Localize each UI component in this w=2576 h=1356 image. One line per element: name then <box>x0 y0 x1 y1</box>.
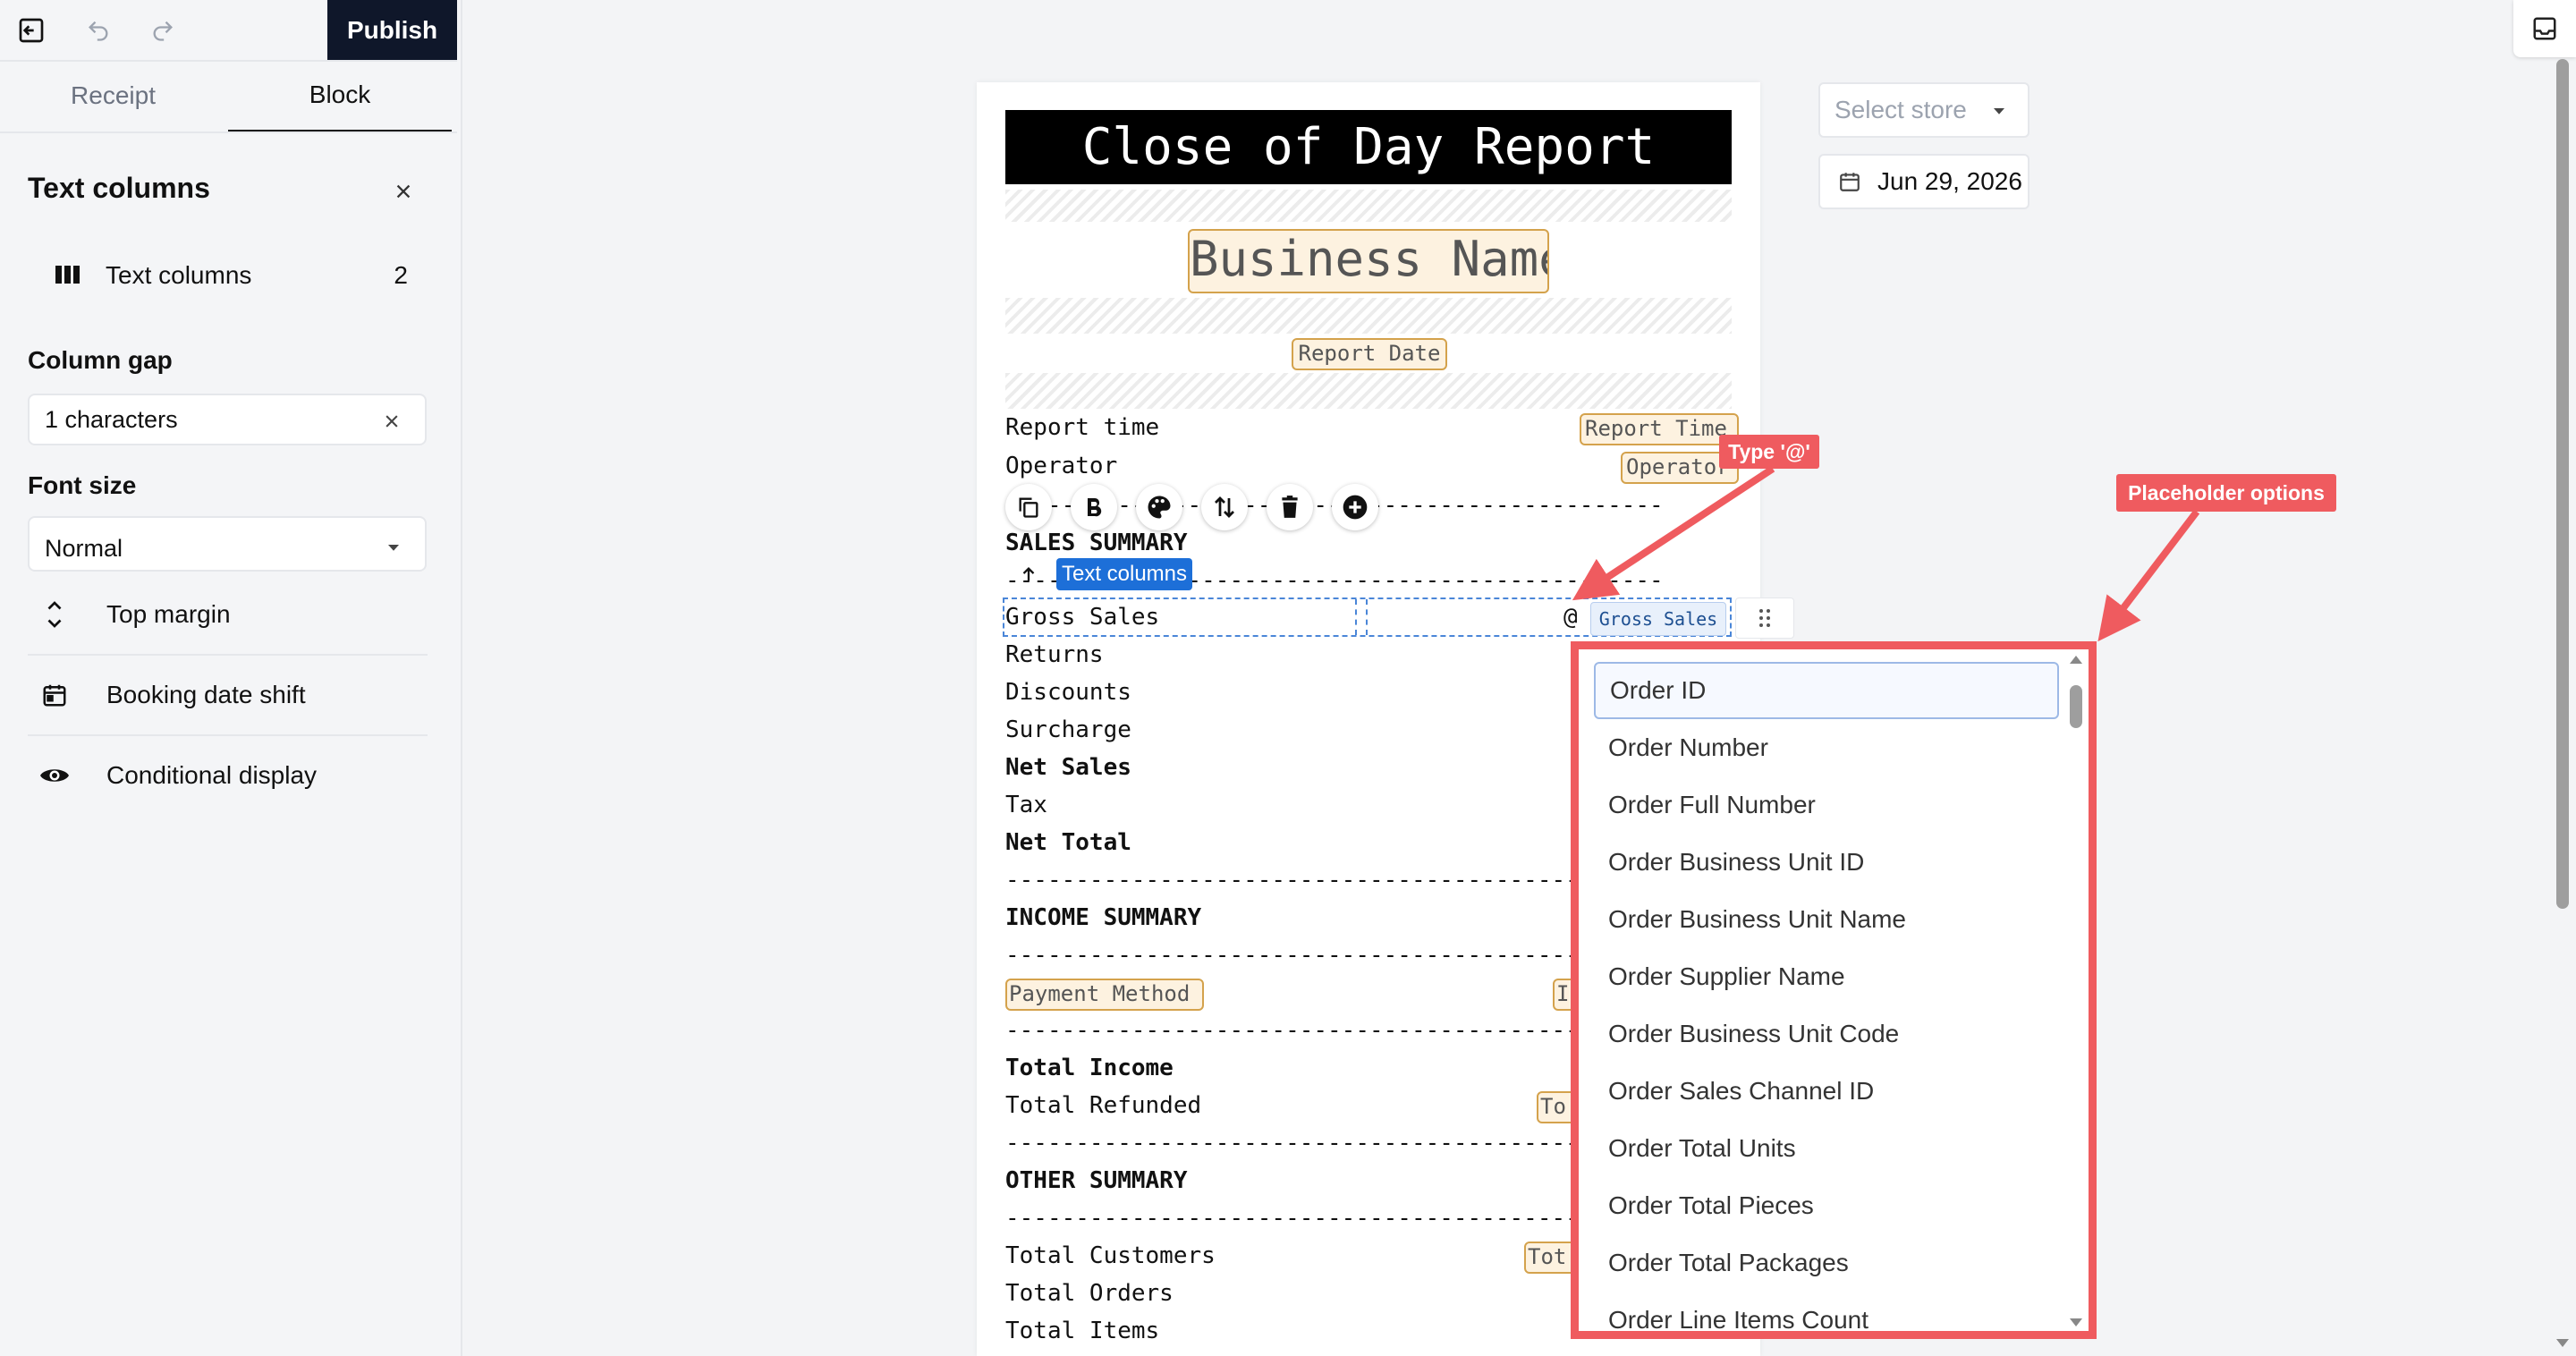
option-order-line-items-count[interactable]: Order Line Items Count <box>1594 1292 2059 1331</box>
option-order-supplier-name[interactable]: Order Supplier Name <box>1594 948 2059 1005</box>
option-order-full-number[interactable]: Order Full Number <box>1594 776 2059 834</box>
scroll-down-icon[interactable] <box>2067 1315 2085 1329</box>
option-order-number[interactable]: Order Number <box>1594 719 2059 776</box>
scroll-up-icon[interactable] <box>2067 653 2085 667</box>
dropdown-scrollbar[interactable] <box>2070 685 2082 728</box>
annotation-arrows <box>1572 465 2200 642</box>
option-order-business-unit-id[interactable]: Order Business Unit ID <box>1594 834 2059 891</box>
option-order-total-units[interactable]: Order Total Units <box>1594 1120 2059 1177</box>
option-order-total-packages[interactable]: Order Total Packages <box>1594 1234 2059 1292</box>
option-order-business-unit-name[interactable]: Order Business Unit Name <box>1594 891 2059 948</box>
option-order-total-pieces[interactable]: Order Total Pieces <box>1594 1177 2059 1234</box>
option-order-sales-channel-id[interactable]: Order Sales Channel ID <box>1594 1063 2059 1120</box>
option-order-id[interactable]: Order ID <box>1594 662 2059 719</box>
placeholder-options-dropdown[interactable]: Order ID Order Number Order Full Number … <box>1571 641 2097 1339</box>
option-order-business-unit-code[interactable]: Order Business Unit Code <box>1594 1005 2059 1063</box>
